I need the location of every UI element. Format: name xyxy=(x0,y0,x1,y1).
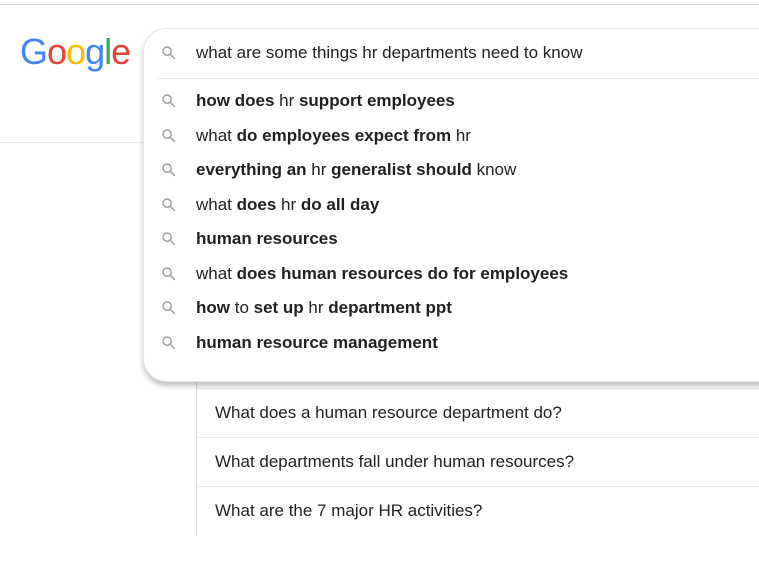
suggestion-text: how does hr support employees xyxy=(196,91,455,111)
logo-letter: G xyxy=(20,31,48,72)
related-question[interactable]: What does a human resource department do… xyxy=(197,389,759,438)
suggestion-part: what xyxy=(196,194,237,214)
search-icon xyxy=(160,161,178,179)
logo-letter: g xyxy=(85,31,105,72)
suggestion-bold-part: how does xyxy=(196,91,275,111)
search-icon xyxy=(160,265,178,283)
suggestion-bold-part: set up xyxy=(253,298,304,318)
suggestion-part: hr xyxy=(276,194,301,214)
suggestion-part: hr xyxy=(274,91,299,111)
top-border xyxy=(0,4,759,5)
logo-letter: o xyxy=(66,31,86,72)
search-icon xyxy=(160,334,178,352)
suggestion-bold-part: department ppt xyxy=(328,298,452,318)
search-input[interactable] xyxy=(196,43,716,63)
search-bar xyxy=(144,29,759,77)
search-icon xyxy=(160,44,178,62)
suggestion-part: hr xyxy=(451,125,471,145)
suggestion-text: what do employees expect from hr xyxy=(196,126,471,146)
suggestion-text: human resources xyxy=(196,229,338,249)
suggestion-bold-part: how xyxy=(196,298,230,318)
logo-letter: l xyxy=(104,31,112,72)
search-icon xyxy=(160,92,178,110)
search-icon xyxy=(160,230,178,248)
related-question[interactable]: What are the 7 major HR activities? xyxy=(197,487,759,535)
suggestion-part: know xyxy=(471,160,517,180)
search-results-page: Google What are the things HR should kno… xyxy=(0,0,759,583)
google-logo[interactable]: Google xyxy=(20,30,131,74)
suggestion-item[interactable]: what does hr do all day xyxy=(144,188,759,223)
search-icon xyxy=(160,196,178,214)
suggestion-bold-part: everything an xyxy=(196,160,307,180)
suggestion-item[interactable]: what does human resources do for employe… xyxy=(144,257,759,292)
suggestion-bold-part: do all day xyxy=(300,194,380,214)
dropdown-divider xyxy=(158,78,759,79)
suggestion-item[interactable]: human resources xyxy=(144,222,759,257)
suggestion-bold-part: human resource management xyxy=(196,332,438,352)
logo-letter: o xyxy=(47,31,67,72)
suggestion-part: what xyxy=(196,263,237,283)
search-icon xyxy=(160,299,178,317)
suggestion-text: everything an hr generalist should know xyxy=(196,160,516,180)
suggestion-part: what xyxy=(196,125,237,145)
suggestion-bold-part: does xyxy=(236,194,277,214)
suggestion-part: hr xyxy=(303,298,329,318)
search-icon xyxy=(160,127,178,145)
suggestion-item[interactable]: how to set up hr department ppt xyxy=(144,291,759,326)
suggestion-bold-part: human resources xyxy=(196,229,338,249)
suggestion-text: what does human resources do for employe… xyxy=(196,264,568,284)
suggestion-item[interactable]: how does hr support employees xyxy=(144,84,759,119)
suggestion-part: to xyxy=(230,298,254,318)
suggestion-list: how does hr support employees what do emp… xyxy=(144,84,759,360)
suggestion-bold-part: support employees xyxy=(298,91,455,111)
suggestion-bold-part: does human resources do for employees xyxy=(236,263,569,283)
suggestion-text: how to set up hr department ppt xyxy=(196,298,452,318)
suggestion-part: hr xyxy=(306,160,332,180)
suggestion-item[interactable]: everything an hr generalist should know xyxy=(144,153,759,188)
suggestion-bold-part: generalist should xyxy=(331,160,472,180)
logo-letter: e xyxy=(111,31,131,72)
related-question[interactable]: What departments fall under human resour… xyxy=(197,438,759,487)
suggestion-bold-part: do employees expect from xyxy=(236,125,452,145)
suggestion-text: what does hr do all day xyxy=(196,195,379,215)
suggestion-item[interactable]: human resource management xyxy=(144,326,759,361)
suggestion-text: human resource management xyxy=(196,333,438,353)
search-box-dropdown: how does hr support employees what do emp… xyxy=(143,28,759,382)
suggestion-item[interactable]: what do employees expect from hr xyxy=(144,119,759,154)
